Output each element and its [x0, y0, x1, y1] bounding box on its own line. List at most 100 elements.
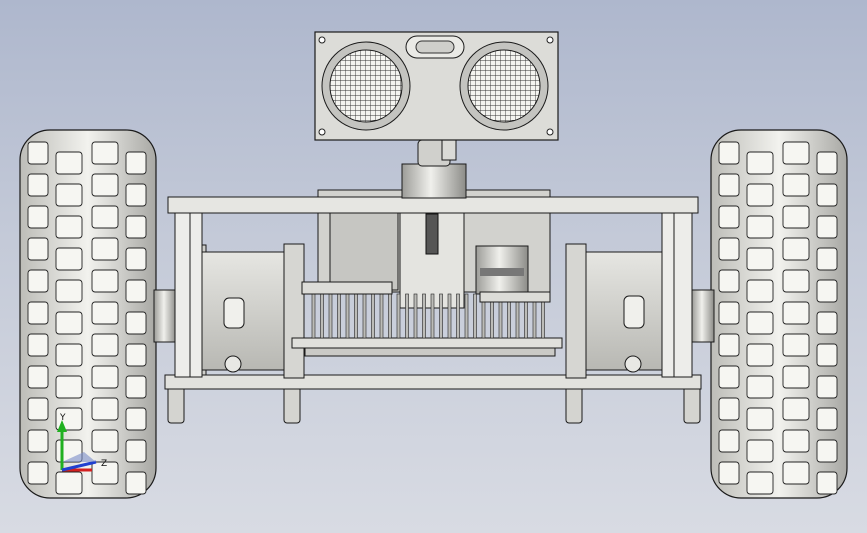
- tread-block: [782, 301, 810, 325]
- header-pin: [328, 293, 333, 339]
- tread-block: [718, 141, 740, 165]
- tread-block: [91, 301, 119, 325]
- header-pin: [362, 293, 367, 339]
- tread-block: [782, 173, 810, 197]
- right-wheel: [710, 129, 848, 499]
- tread-block: [55, 151, 83, 175]
- tread-block: [125, 247, 147, 271]
- tread-block: [782, 237, 810, 261]
- tread-block: [27, 429, 49, 453]
- tread-block: [125, 471, 147, 495]
- tread-block: [125, 279, 147, 303]
- header-pin: [439, 293, 443, 339]
- tread-block: [125, 183, 147, 207]
- header-pin: [447, 293, 452, 339]
- tread-block: [125, 439, 147, 463]
- bottom-plate: [164, 374, 702, 390]
- tread-block: [91, 205, 119, 229]
- tread-block: [91, 237, 119, 261]
- tread-block: [125, 375, 147, 399]
- tread-block: [816, 471, 838, 495]
- right-axle: [691, 289, 715, 343]
- tread-block: [55, 311, 83, 335]
- tread-block: [746, 183, 774, 207]
- tread-block: [55, 183, 83, 207]
- header-pin: [311, 293, 316, 339]
- tread-block: [55, 375, 83, 399]
- header-pin: [473, 293, 477, 339]
- header-pin: [422, 293, 426, 339]
- header-pin: [354, 293, 358, 339]
- header-pin: [337, 293, 341, 339]
- tread-block: [746, 247, 774, 271]
- tread-block: [782, 365, 810, 389]
- tread-block: [125, 215, 147, 239]
- tread-block: [27, 333, 49, 357]
- tread-block: [125, 311, 147, 335]
- tread-block: [91, 397, 119, 421]
- header-pin: [371, 293, 375, 339]
- tread-block: [782, 429, 810, 453]
- tread-block: [91, 173, 119, 197]
- tread-block: [746, 375, 774, 399]
- tread-block: [125, 407, 147, 431]
- tread-block: [27, 461, 49, 485]
- tread-block: [816, 183, 838, 207]
- left-axle: [153, 289, 177, 343]
- header-pin: [379, 293, 384, 339]
- ultrasonic-sensor: [314, 31, 559, 141]
- tread-block: [718, 205, 740, 229]
- tread-block: [27, 205, 49, 229]
- tread-block: [718, 461, 740, 485]
- tread-block: [27, 397, 49, 421]
- tread-block: [782, 461, 810, 485]
- robot-car-model: Y Z: [19, 31, 848, 499]
- header-pin: [388, 293, 392, 339]
- tread-block: [27, 301, 49, 325]
- tread-block: [55, 471, 83, 495]
- tread-block: [27, 269, 49, 293]
- tread-block: [746, 215, 774, 239]
- top-plate: [167, 196, 699, 214]
- tread-block: [55, 247, 83, 271]
- tread-block: [718, 301, 740, 325]
- header-pin: [456, 293, 460, 339]
- tread-block: [816, 247, 838, 271]
- tread-block: [782, 269, 810, 293]
- tread-block: [746, 407, 774, 431]
- tread-block: [718, 397, 740, 421]
- tread-block: [746, 343, 774, 367]
- chassis-legs: [167, 384, 701, 424]
- header-pin: [413, 293, 418, 339]
- tread-block: [816, 215, 838, 239]
- tread-block: [55, 343, 83, 367]
- tread-block: [125, 343, 147, 367]
- tread-block: [27, 237, 49, 261]
- tread-block: [782, 205, 810, 229]
- tread-block: [816, 311, 838, 335]
- y-axis-label: Y: [59, 413, 66, 423]
- header-pin: [405, 293, 409, 339]
- tread-block: [816, 407, 838, 431]
- z-axis-label: Z: [101, 459, 107, 469]
- tread-block: [816, 439, 838, 463]
- left-wheel: [19, 129, 157, 499]
- header-pin: [430, 293, 435, 339]
- tread-block: [55, 279, 83, 303]
- tread-block: [55, 215, 83, 239]
- tread-block: [746, 439, 774, 463]
- tread-block: [816, 151, 838, 175]
- tread-block: [782, 333, 810, 357]
- tread-block: [27, 173, 49, 197]
- tread-block: [718, 237, 740, 261]
- tread-block: [27, 141, 49, 165]
- cad-viewport[interactable]: Y Z: [0, 0, 867, 533]
- tread-block: [782, 397, 810, 421]
- header-pin: [464, 293, 469, 339]
- tread-block: [91, 269, 119, 293]
- tread-block: [718, 333, 740, 357]
- tread-block: [746, 279, 774, 303]
- tread-block: [91, 429, 119, 453]
- tread-block: [125, 151, 147, 175]
- tread-block: [718, 365, 740, 389]
